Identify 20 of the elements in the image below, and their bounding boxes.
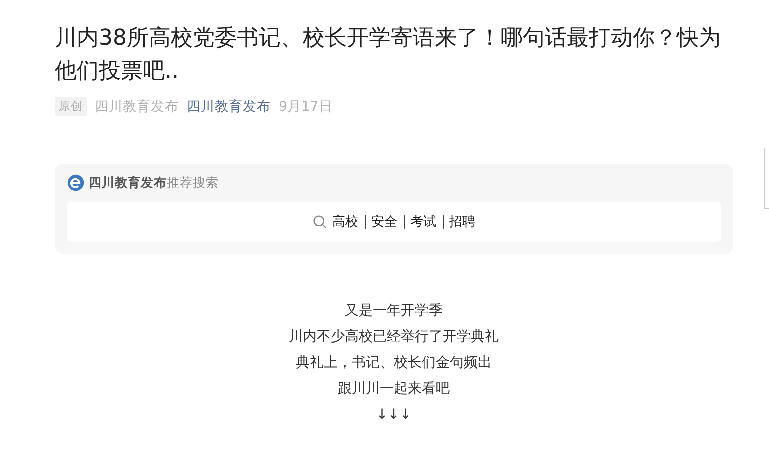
side-panel (764, 148, 769, 209)
article-title: 川内38所高校党委书记、校长开学寄语来了！哪句话最打动你？快为他们投票吧.. (55, 25, 722, 86)
author-name: 四川教育发布 (95, 98, 179, 116)
search-keyword[interactable]: 考试 (410, 213, 436, 231)
body-text: 川内不少高校已经举行了开学典礼 (288, 328, 500, 347)
search-keyword[interactable]: 高校 (332, 213, 358, 231)
logo-icon (67, 174, 85, 192)
body-text: 跟川川一起来看吧 (337, 380, 451, 399)
recommend-label: 推荐搜索 (167, 174, 219, 192)
original-badge: 原创 (55, 97, 87, 116)
body-text: ↓↓↓ (375, 406, 413, 425)
search-icon (312, 215, 326, 229)
body-text: 又是一年开学季 (344, 302, 444, 321)
brand-name: 四川教育发布 (89, 174, 167, 192)
search-keyword[interactable]: 安全 (372, 213, 398, 231)
account-link[interactable]: 四川教育发布 (187, 98, 271, 116)
search-keyword[interactable]: 招聘 (450, 213, 476, 231)
publish-date: 9月17日 (279, 98, 333, 116)
search-bar[interactable]: 高校 安全 考试 招聘 (67, 202, 721, 242)
body-text: 典礼上，书记、校长们金句频出 (295, 354, 493, 373)
